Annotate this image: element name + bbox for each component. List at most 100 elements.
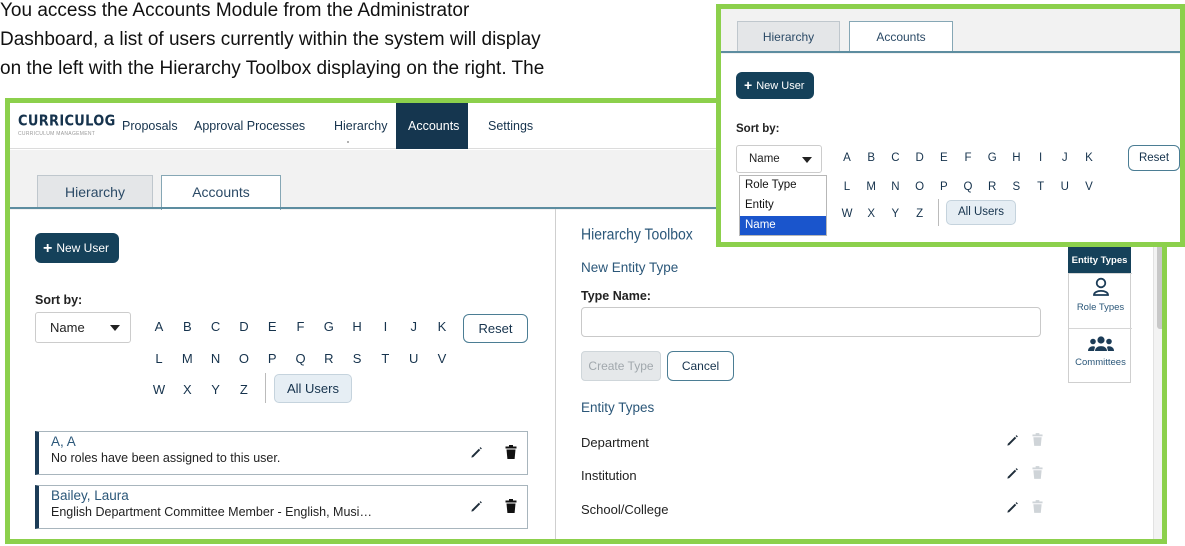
letter-filter-y[interactable]: Y — [209, 382, 223, 397]
option-name[interactable]: Name — [740, 216, 826, 235]
sort-by-value: Name — [50, 320, 85, 335]
curriculog-logo[interactable]: CURRICULOG CURRICULUM MANAGEMENT — [18, 113, 116, 137]
inset-letter-filter-b[interactable]: B — [864, 152, 878, 164]
pencil-icon[interactable] — [1006, 467, 1019, 480]
letter-filter-g[interactable]: G — [322, 319, 336, 334]
inset-letter-filter-a[interactable]: A — [840, 152, 854, 164]
inset-letter-filter-t[interactable]: T — [1034, 181, 1048, 193]
letter-filter-t[interactable]: T — [378, 351, 392, 366]
inset-letter-filter-q[interactable]: Q — [961, 181, 975, 193]
doc-line-3: on the left with the Hierarchy Toolbox d… — [0, 58, 545, 79]
letter-filter-h[interactable]: H — [350, 319, 364, 334]
inset-letter-filter-r[interactable]: R — [985, 181, 999, 193]
inset-tab-accounts[interactable]: Accounts — [849, 21, 953, 53]
letter-filter-x[interactable]: X — [180, 382, 194, 397]
inset-new-user-button[interactable]: + New User — [736, 72, 815, 99]
sort-by-dropdown-list: Role Type Entity Name — [739, 175, 827, 236]
inset-letter-filter-j[interactable]: J — [1058, 152, 1072, 164]
letter-filter-r[interactable]: R — [322, 351, 336, 366]
inset-all-users-button[interactable]: All Users — [946, 200, 1016, 225]
trash-icon[interactable] — [505, 499, 517, 513]
tab-hierarchy[interactable]: Hierarchy — [37, 175, 153, 208]
letter-filter-f[interactable]: F — [294, 319, 308, 334]
nav-approval-processes[interactable]: Approval Processes — [182, 103, 317, 149]
letter-filter-w[interactable]: W — [152, 382, 166, 397]
nav-hierarchy[interactable]: Hierarchy — [322, 103, 400, 149]
letter-filter-d[interactable]: D — [237, 319, 251, 334]
role-types-label: Role Types — [1076, 302, 1125, 313]
letter-filter-m[interactable]: M — [180, 351, 194, 366]
letter-filter-b[interactable]: B — [180, 319, 194, 334]
inset-letter-filter-c[interactable]: C — [888, 152, 902, 164]
pencil-icon[interactable] — [470, 500, 483, 513]
nav-settings[interactable]: Settings — [476, 103, 545, 149]
scrollbar[interactable] — [1153, 209, 1162, 539]
pencil-icon[interactable] — [1006, 501, 1019, 514]
trash-icon[interactable] — [505, 445, 517, 459]
inset-letter-filter-l[interactable]: L — [840, 181, 854, 193]
document-text: You access the Accounts Module from the … — [0, 0, 720, 83]
option-role-type[interactable]: Role Type — [740, 176, 826, 195]
side-item-committees[interactable]: Committees — [1069, 336, 1132, 368]
inset-letter-filter-z[interactable]: Z — [913, 208, 927, 220]
inset-sort-by-select[interactable]: Name — [736, 145, 822, 173]
pencil-icon[interactable] — [470, 446, 483, 459]
inset-reset-button[interactable]: Reset — [1128, 145, 1180, 171]
letter-filter-o[interactable]: O — [237, 351, 251, 366]
cancel-button[interactable]: Cancel — [667, 351, 734, 381]
user-name[interactable]: Bailey, Laura — [51, 488, 129, 503]
entity-type-institution: Institution — [581, 468, 637, 483]
inset-letter-filter-n[interactable]: N — [888, 181, 902, 193]
user-name[interactable]: A, A — [51, 434, 76, 449]
side-item-role-types[interactable]: Role Types — [1069, 277, 1132, 313]
new-user-label: New User — [56, 241, 110, 255]
letter-filter-j[interactable]: J — [407, 319, 421, 334]
inset-letter-filter-w[interactable]: W — [840, 208, 854, 220]
letter-filter-n[interactable]: N — [209, 351, 223, 366]
letter-filter-k[interactable]: K — [435, 319, 449, 334]
inset-letter-filter-p[interactable]: P — [937, 181, 951, 193]
sort-by-select[interactable]: Name — [35, 312, 131, 343]
letter-filter-v[interactable]: V — [435, 351, 449, 366]
letter-filter-q[interactable]: Q — [294, 351, 308, 366]
inset-letter-filter-d[interactable]: D — [913, 152, 927, 164]
letter-filter-a[interactable]: A — [152, 319, 166, 334]
tab-accounts[interactable]: Accounts — [161, 175, 281, 210]
create-type-button[interactable]: Create Type — [581, 351, 661, 381]
nav-proposals[interactable]: Proposals — [110, 103, 190, 149]
inset-letter-filter-m[interactable]: M — [864, 181, 878, 193]
letter-filter-e[interactable]: E — [265, 319, 279, 334]
type-name-input[interactable] — [581, 307, 1041, 337]
inset-tab-hierarchy[interactable]: Hierarchy — [737, 21, 840, 52]
letter-filter-c[interactable]: C — [209, 319, 223, 334]
letter-filter-s[interactable]: S — [350, 351, 364, 366]
letter-filter-p[interactable]: P — [265, 351, 279, 366]
filter-divider — [265, 373, 266, 403]
letter-filter-l[interactable]: L — [152, 351, 166, 366]
new-user-button[interactable]: + New User — [35, 233, 120, 263]
inset-letter-filter-x[interactable]: X — [864, 208, 878, 220]
option-entity[interactable]: Entity — [740, 196, 826, 215]
inset-letter-filter-k[interactable]: K — [1082, 152, 1096, 164]
user-card-partial[interactable] — [35, 539, 528, 544]
inset-letter-filter-e[interactable]: E — [937, 152, 951, 164]
letter-filter-u[interactable]: U — [407, 351, 421, 366]
all-users-button[interactable]: All Users — [274, 374, 352, 403]
inset-letter-filter-f[interactable]: F — [961, 152, 975, 164]
user-card-bailey-laura[interactable]: Bailey, Laura English Department Committ… — [35, 485, 528, 529]
letter-filter-z[interactable]: Z — [237, 382, 251, 397]
inset-letter-filter-i[interactable]: I — [1034, 152, 1048, 164]
reset-button[interactable]: Reset — [463, 314, 528, 343]
letter-filter-i[interactable]: I — [378, 319, 392, 334]
pencil-icon[interactable] — [1006, 434, 1019, 447]
plus-icon: + — [744, 77, 753, 93]
user-card-a-a[interactable]: A, A No roles have been assigned to this… — [35, 431, 528, 475]
inset-letter-filter-v[interactable]: V — [1082, 181, 1096, 193]
inset-letter-filter-y[interactable]: Y — [888, 208, 902, 220]
inset-letter-filter-o[interactable]: O — [913, 181, 927, 193]
inset-letter-filter-u[interactable]: U — [1058, 181, 1072, 193]
inset-letter-filter-g[interactable]: G — [985, 152, 999, 164]
nav-accounts[interactable]: Accounts — [396, 103, 468, 149]
inset-letter-filter-h[interactable]: H — [1009, 152, 1023, 164]
inset-letter-filter-s[interactable]: S — [1009, 181, 1023, 193]
